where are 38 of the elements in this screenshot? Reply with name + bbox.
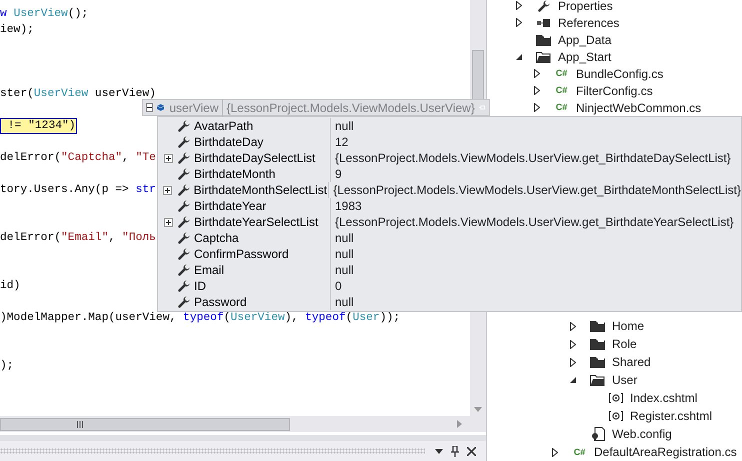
- property-value: null: [334, 294, 354, 311]
- code-line: iew);: [0, 22, 34, 38]
- code-line: w UserView();: [0, 6, 88, 22]
- property-value: null: [334, 246, 354, 263]
- property-name: Captcha: [194, 230, 239, 247]
- property-name: Email: [194, 262, 224, 279]
- property-value: {LessonProject.Models.ViewModels.UserView.get_BirthdateMonthSelectList}: [332, 182, 741, 199]
- code-line: tory.Users.Any(p => str: [0, 182, 156, 198]
- property-value: 9: [334, 166, 342, 183]
- property-name: BirthdateMonth: [194, 166, 276, 183]
- property-name: BirthdateYearSelectList: [194, 214, 318, 231]
- property-value: null: [334, 230, 354, 247]
- property-value: null: [334, 262, 354, 279]
- code-line: )ModelMapper.Map(userView, typeof(UserView), typeof(User));: [0, 310, 400, 326]
- property-name: BirthdateYear: [194, 198, 266, 215]
- code-line: delError("Captcha", "Te: [0, 150, 156, 166]
- property-value: 1983: [334, 198, 362, 215]
- property-value: 12: [334, 134, 348, 151]
- variable-value: {LessonProject.Models.ViewModels.UserView}: [226, 100, 475, 116]
- csharp-file-icon: C#: [556, 69, 568, 78]
- code-line: ster(UserView userView): [0, 86, 156, 102]
- property-name: BirthdateDaySelectList: [194, 150, 316, 167]
- property-value: {LessonProject.Models.ViewModels.UserView.get_BirthdateDaySelectList}: [334, 150, 731, 167]
- property-name: ID: [194, 278, 206, 295]
- csharp-file-icon: C#: [574, 448, 586, 456]
- property-value: null: [334, 118, 354, 135]
- property-name: Password: [194, 294, 247, 311]
- csharp-file-icon: C#: [556, 86, 568, 95]
- code-line: );: [0, 358, 14, 374]
- property-value: 0: [334, 278, 342, 295]
- property-name: BirthdateDay: [194, 134, 264, 151]
- code-line: delError("Email", "Поль: [0, 230, 156, 246]
- property-name: BirthdateMonthSelectList: [194, 182, 328, 199]
- csharp-file-icon: C#: [556, 103, 568, 112]
- code-line: id): [0, 278, 20, 294]
- property-name: ConfirmPassword: [194, 246, 289, 263]
- property-value: {LessonProject.Models.ViewModels.UserView.get_BirthdateYearSelectList}: [334, 214, 734, 231]
- property-name: AvatarPath: [194, 118, 254, 135]
